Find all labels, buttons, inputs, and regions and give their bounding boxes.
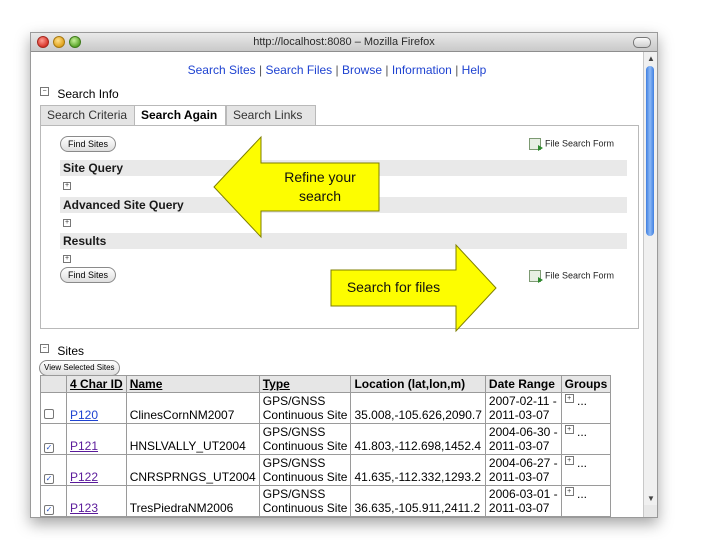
scroll-up-icon[interactable]: ▲ — [647, 54, 655, 63]
vertical-scrollbar[interactable]: ▲ ▼ — [643, 52, 657, 517]
browser-window: http://localhost:8080 – Mozilla Firefox … — [30, 32, 658, 518]
refine-search-callout-text: Refine your search — [261, 168, 379, 206]
resize-handle[interactable] — [644, 505, 657, 517]
page-content: Search Sites | Search Files | Browse | I… — [31, 52, 643, 517]
refine-line-2: search — [298, 188, 342, 204]
toolbar-toggle-button[interactable] — [633, 37, 651, 48]
refine-line-1: Refine your — [284, 169, 356, 185]
window-title: http://localhost:8080 – Mozilla Firefox — [253, 36, 435, 48]
scroll-thumb[interactable] — [646, 66, 654, 236]
scroll-down-icon[interactable]: ▼ — [647, 494, 655, 503]
search-files-callout-text: Search for files — [346, 279, 441, 295]
title-bar: http://localhost:8080 – Mozilla Firefox — [31, 33, 657, 52]
